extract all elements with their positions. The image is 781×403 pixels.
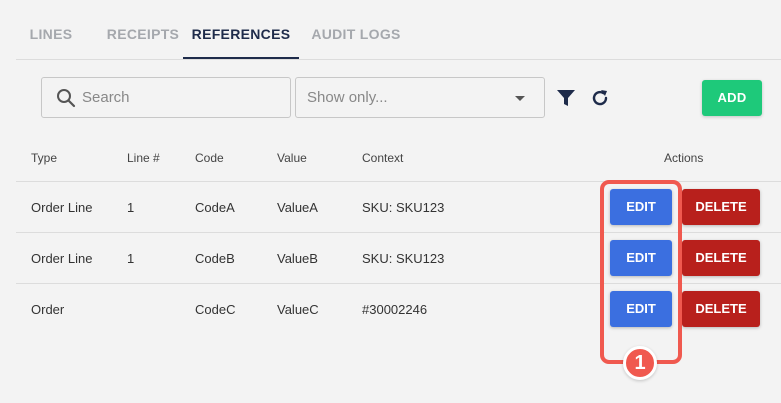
step-badge: 1 [623,346,657,380]
cell-value: ValueB [277,251,318,266]
column-header-type: Type [31,151,58,165]
tab-references[interactable]: REFERENCES [183,0,299,60]
cell-code: CodeB [195,251,235,266]
search-field[interactable] [41,77,291,118]
show-only-select[interactable]: Show only... [295,77,545,118]
edit-column-highlight [600,180,682,364]
cell-line: 1 [127,251,135,266]
references-panel: LINES RECEIPTS REFERENCES AUDIT LOGS Sho… [0,0,781,403]
cell-context: SKU: SKU123 [362,251,445,266]
cell-line: 1 [127,200,135,215]
chevron-down-icon [515,96,525,101]
cell-context: #30002246 [362,302,428,317]
tab-lines[interactable]: LINES [16,0,86,60]
tab-bar: LINES RECEIPTS REFERENCES AUDIT LOGS [16,0,781,60]
search-input[interactable] [82,78,282,117]
column-header-context: Context [362,151,404,165]
column-header-line: Line # [127,151,160,165]
search-icon [57,89,76,108]
refresh-icon[interactable] [590,88,610,113]
cell-context: SKU: SKU123 [362,200,445,215]
cell-type: Order Line [31,251,93,266]
column-header-value: Value [277,151,307,165]
tab-audit-logs[interactable]: AUDIT LOGS [311,0,401,60]
delete-button[interactable]: DELETE [682,189,760,225]
show-only-placeholder: Show only... [307,89,388,106]
column-header-code: Code [195,151,224,165]
filter-icon[interactable] [556,88,576,113]
cell-code: CodeC [195,302,236,317]
add-button[interactable]: ADD [702,80,762,116]
cell-code: CodeA [195,200,235,215]
delete-button[interactable]: DELETE [682,291,760,327]
column-header-actions: Actions [664,151,704,165]
delete-button[interactable]: DELETE [682,240,760,276]
tab-receipts[interactable]: RECEIPTS [98,0,188,60]
cell-type: Order [31,302,65,317]
cell-value: ValueC [277,302,319,317]
cell-value: ValueA [277,200,318,215]
active-tab-indicator [183,57,299,59]
cell-type: Order Line [31,200,93,215]
